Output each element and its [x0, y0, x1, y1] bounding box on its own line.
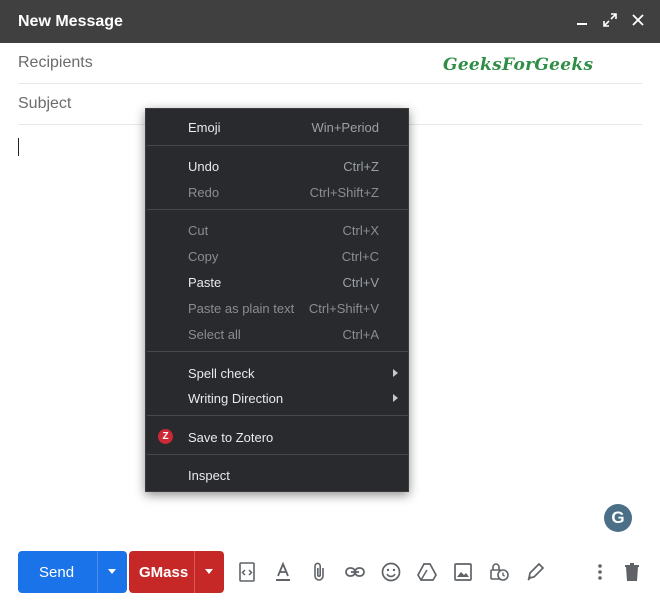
- insert-code-icon[interactable]: [235, 560, 259, 584]
- drive-icon[interactable]: [415, 560, 439, 584]
- trash-icon[interactable]: [620, 560, 644, 584]
- menu-shortcut: Ctrl+Shift+V: [308, 300, 379, 316]
- confidential-mode-icon[interactable]: [487, 560, 511, 584]
- window-title: New Message: [18, 12, 123, 30]
- recipients-placeholder: Recipients: [18, 54, 93, 71]
- menu-label: Copy: [188, 248, 219, 264]
- menu-label: Spell check: [188, 365, 255, 381]
- menu-divider: [147, 209, 408, 210]
- submenu-arrow-icon: [393, 369, 398, 377]
- menu-item-paste-plain[interactable]: Paste as plain text Ctrl+Shift+V: [146, 296, 408, 320]
- menu-label: Cut: [188, 222, 209, 238]
- menu-item-writing-direction[interactable]: Writing Direction: [146, 386, 408, 410]
- photo-icon[interactable]: [451, 560, 475, 584]
- zotero-icon: Z: [158, 429, 173, 444]
- send-button[interactable]: Send: [18, 551, 127, 593]
- signature-icon[interactable]: [523, 560, 547, 584]
- menu-divider: [147, 454, 408, 455]
- submenu-arrow-icon: [393, 394, 398, 402]
- formatting-icon[interactable]: [271, 560, 295, 584]
- menu-item-save-zotero[interactable]: Z Save to Zotero: [146, 425, 408, 449]
- menu-label: Inspect: [188, 467, 230, 483]
- attach-icon[interactable]: [307, 560, 331, 584]
- link-icon[interactable]: [343, 560, 367, 584]
- send-options-button[interactable]: [97, 551, 127, 593]
- menu-label: Writing Direction: [188, 390, 284, 406]
- menu-shortcut: Ctrl+C: [341, 248, 379, 264]
- gmass-button[interactable]: GMass: [129, 551, 224, 593]
- context-menu: Emoji Win+Period Undo Ctrl+Z Redo Ctrl+S…: [145, 108, 409, 492]
- grammarly-icon[interactable]: G: [604, 504, 632, 532]
- menu-item-select-all[interactable]: Select all Ctrl+A: [146, 322, 408, 346]
- menu-item-paste[interactable]: Paste Ctrl+V: [146, 270, 408, 294]
- menu-divider: [147, 145, 408, 146]
- menu-shortcut: Win+Period: [311, 119, 379, 135]
- menu-item-undo[interactable]: Undo Ctrl+Z: [146, 154, 408, 178]
- menu-label: Select all: [188, 326, 241, 342]
- minimize-icon[interactable]: [574, 12, 590, 28]
- menu-divider: [147, 351, 408, 352]
- gmass-options-button[interactable]: [194, 551, 224, 593]
- compose-toolbar: Send GMass: [0, 550, 660, 595]
- chevron-down-icon: [205, 569, 213, 574]
- watermark-logo: GeeksForGeeks: [443, 55, 594, 75]
- emoji-icon[interactable]: [379, 560, 403, 584]
- menu-shortcut: Ctrl+V: [342, 274, 379, 290]
- menu-item-spell-check[interactable]: Spell check: [146, 361, 408, 385]
- close-icon[interactable]: [630, 12, 646, 28]
- chevron-down-icon: [108, 569, 116, 574]
- menu-item-emoji[interactable]: Emoji Win+Period: [146, 115, 408, 139]
- menu-item-copy[interactable]: Copy Ctrl+C: [146, 244, 408, 268]
- send-label: Send: [39, 564, 75, 581]
- more-options-icon[interactable]: [588, 560, 612, 584]
- menu-shortcut: Ctrl+A: [342, 326, 379, 342]
- menu-item-redo[interactable]: Redo Ctrl+Shift+Z: [146, 180, 408, 204]
- menu-item-inspect[interactable]: Inspect: [146, 463, 408, 487]
- expand-icon[interactable]: [602, 12, 618, 28]
- subject-placeholder: Subject: [18, 95, 72, 112]
- menu-shortcut: Ctrl+X: [342, 222, 379, 238]
- menu-shortcut: Ctrl+Shift+Z: [309, 184, 379, 200]
- menu-divider: [147, 415, 408, 416]
- menu-label: Redo: [188, 184, 220, 200]
- menu-label: Paste: [188, 274, 222, 290]
- menu-label: Undo: [188, 158, 220, 174]
- gmass-label: GMass: [139, 564, 189, 581]
- menu-label: Emoji: [188, 119, 221, 135]
- menu-label: Paste as plain text: [188, 300, 295, 316]
- title-bar: New Message: [0, 0, 660, 43]
- menu-item-cut[interactable]: Cut Ctrl+X: [146, 218, 408, 242]
- menu-shortcut: Ctrl+Z: [343, 158, 379, 174]
- menu-label: Save to Zotero: [188, 429, 274, 445]
